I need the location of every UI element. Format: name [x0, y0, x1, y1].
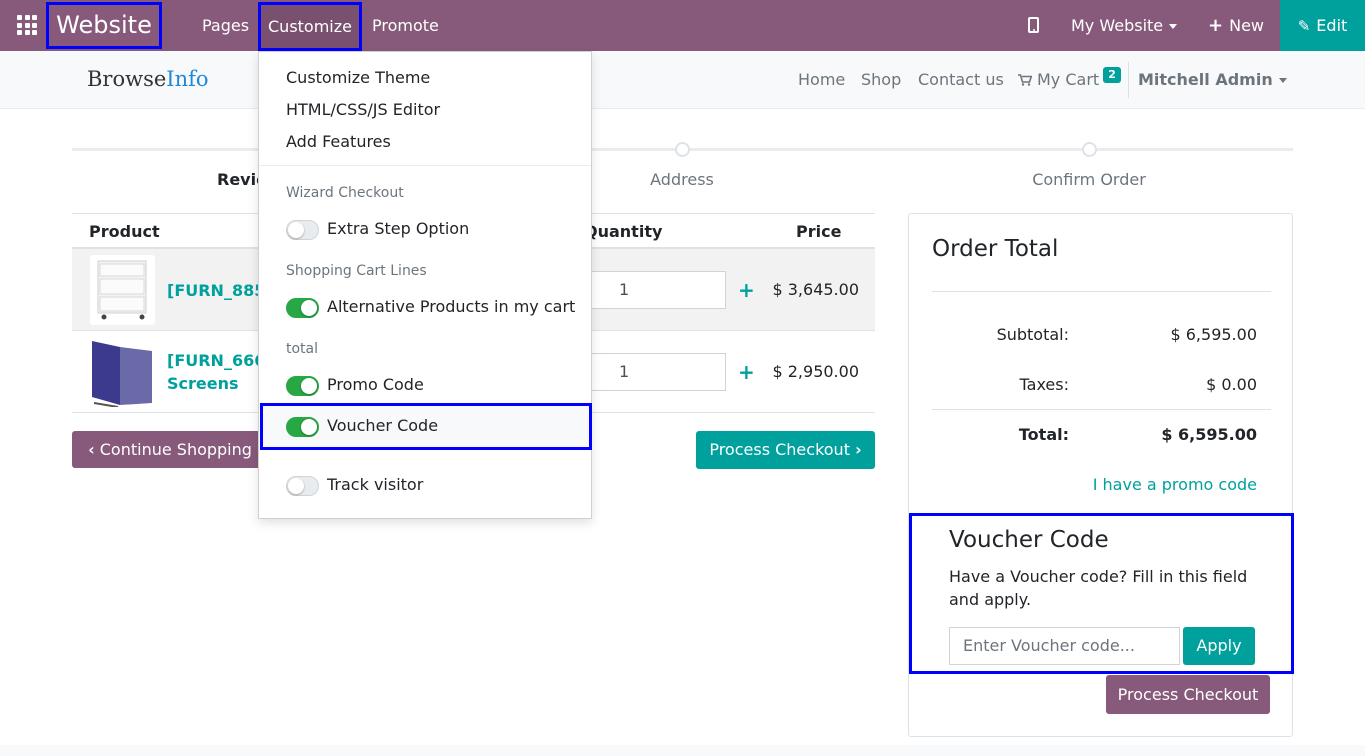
website-selector[interactable]: My Website — [1071, 0, 1178, 51]
user-menu[interactable]: Mitchell Admin — [1138, 51, 1287, 108]
continue-shopping-button[interactable]: ‹ Continue Shopping — [72, 431, 268, 468]
cart-icon — [1018, 74, 1032, 86]
step-address: Address — [650, 170, 714, 189]
voucher-code-input[interactable]: Enter Voucher code... — [949, 627, 1180, 665]
nav-divider — [1128, 62, 1129, 98]
toggle-switch-on[interactable] — [286, 417, 319, 437]
product-price: $ 3,645.00 — [772, 280, 859, 299]
nav-home[interactable]: Home — [798, 51, 845, 108]
order-total-title: Order Total — [932, 236, 1059, 262]
edit-label: Edit — [1316, 16, 1348, 35]
product-price: $ 2,950.00 — [772, 362, 859, 381]
apply-voucher-button[interactable]: Apply — [1183, 627, 1255, 665]
taxes-label: Taxes: — [1019, 375, 1069, 394]
toggle-label: Promo Code — [327, 375, 424, 394]
toggle-switch-off[interactable] — [286, 476, 319, 496]
chevron-right-icon: › — [855, 440, 862, 459]
section-wizard-checkout: Wizard Checkout — [286, 185, 404, 201]
quantity-plus-button[interactable]: + — [738, 360, 755, 384]
toggle-label: Extra Step Option — [327, 219, 470, 238]
logo-text-browse: Browse — [87, 67, 167, 91]
section-shopping-cart-lines: Shopping Cart Lines — [286, 263, 427, 279]
apps-menu-icon[interactable] — [17, 15, 37, 35]
product-image-screens[interactable] — [90, 337, 155, 408]
website-selector-label: My Website — [1071, 16, 1164, 35]
menu-item-customize-theme[interactable]: Customize Theme — [286, 68, 430, 87]
menu-item-html-editor[interactable]: HTML/CSS/JS Editor — [286, 100, 440, 119]
site-logo[interactable]: BrowseInfo — [87, 67, 209, 91]
chevron-left-icon: ‹ — [88, 440, 95, 459]
subtotal-label: Subtotal: — [996, 325, 1069, 344]
customize-dropdown: Customize Theme HTML/CSS/JS Editor Add F… — [258, 51, 592, 519]
toggle-label: Track visitor — [327, 475, 424, 494]
nav-shop[interactable]: Shop — [861, 51, 901, 108]
divider — [932, 291, 1271, 292]
column-price: Price — [796, 222, 842, 241]
customize-menu[interactable]: Customize — [258, 2, 362, 51]
column-product: Product — [89, 222, 160, 241]
mobile-preview-icon[interactable] — [1028, 17, 1039, 33]
plus-icon: + — [1208, 15, 1224, 36]
column-quantity: Quantity — [584, 222, 663, 241]
pages-menu[interactable]: Pages — [202, 0, 249, 51]
nav-contact[interactable]: Contact us — [918, 51, 1004, 108]
new-label: New — [1229, 16, 1264, 35]
nav-cart[interactable]: My Cart 2 — [1018, 51, 1121, 108]
quantity-input[interactable]: 1 — [582, 353, 726, 391]
cart-label: My Cart — [1037, 70, 1100, 89]
quantity-plus-button[interactable]: + — [738, 278, 755, 302]
toggle-switch-off[interactable] — [286, 220, 319, 240]
order-total-card: Order Total Subtotal: $ 6,595.00 Taxes: … — [908, 213, 1294, 737]
voucher-code-section: Voucher Code Have a Voucher code? Fill i… — [909, 513, 1294, 674]
voucher-title: Voucher Code — [949, 527, 1109, 553]
process-checkout-button[interactable]: Process Checkout › — [696, 431, 875, 469]
logo-text-info: Info — [166, 67, 209, 91]
new-button[interactable]: + New — [1208, 0, 1264, 51]
product-name-link[interactable]: [FURN_885 — [167, 279, 265, 302]
promote-menu[interactable]: Promote — [372, 0, 439, 51]
step-dot-confirm — [1082, 142, 1097, 157]
caret-down-icon — [1278, 78, 1287, 83]
product-name-link[interactable]: [FURN_666 Screens — [167, 349, 265, 395]
edit-button[interactable]: ✎ Edit — [1280, 0, 1365, 51]
website-menu[interactable]: Website — [46, 2, 162, 49]
divider — [932, 409, 1271, 410]
process-checkout-label: Process Checkout — [709, 440, 850, 459]
product-image-drawer-cabinet[interactable] — [90, 255, 155, 325]
continue-shopping-label: Continue Shopping — [99, 440, 252, 459]
section-total: total — [286, 341, 319, 357]
quantity-input[interactable]: 1 — [582, 271, 726, 309]
dropdown-divider — [259, 165, 591, 166]
footer-strip — [0, 745, 1365, 756]
toggle-switch-on[interactable] — [286, 298, 319, 318]
subtotal-value: $ 6,595.00 — [1170, 325, 1257, 344]
taxes-value: $ 0.00 — [1206, 375, 1257, 394]
promo-code-link[interactable]: I have a promo code — [1093, 475, 1257, 494]
toggle-label: Alternative Products in my cart — [327, 297, 576, 316]
admin-navbar: Website Pages Customize Promote My Websi… — [0, 0, 1365, 51]
user-name: Mitchell Admin — [1138, 70, 1273, 89]
total-label: Total: — [1018, 425, 1069, 444]
voucher-description: Have a Voucher code? Fill in this field … — [949, 567, 1248, 609]
process-checkout-button-secondary[interactable]: Process Checkout — [1106, 675, 1270, 714]
toggle-switch-on[interactable] — [286, 376, 319, 396]
menu-item-add-features[interactable]: Add Features — [286, 132, 391, 151]
total-value: $ 6,595.00 — [1161, 425, 1257, 444]
product-name-line2: Screens — [167, 374, 239, 393]
product-name-line1: [FURN_666 — [167, 351, 266, 370]
cart-count-badge: 2 — [1103, 67, 1121, 83]
toggle-label: Voucher Code — [327, 416, 439, 435]
step-dot-address — [675, 142, 690, 157]
caret-down-icon — [1169, 24, 1178, 29]
site-header: BrowseInfo Home Shop Contact us My Cart 2… — [0, 51, 1365, 109]
step-confirm-order: Confirm Order — [1032, 170, 1146, 189]
pencil-icon: ✎ — [1297, 17, 1311, 35]
